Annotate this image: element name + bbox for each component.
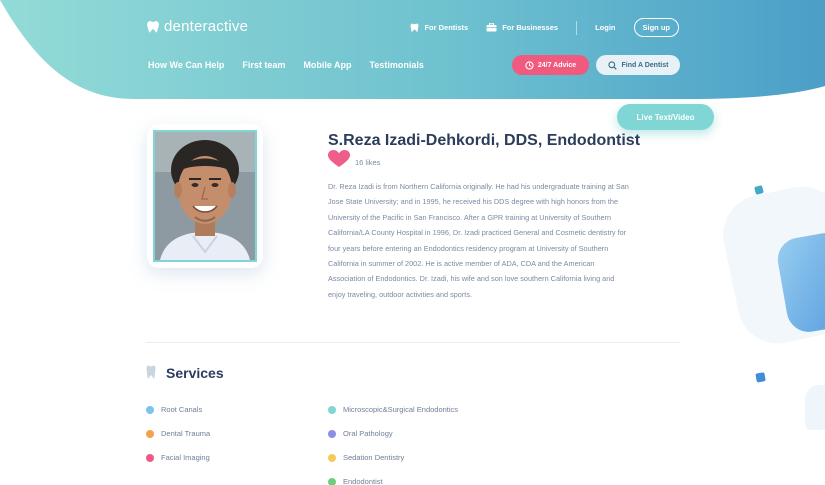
nav-first-team[interactable]: First team xyxy=(242,60,285,70)
main-nav: How We Can Help First team Mobile App Te… xyxy=(148,60,424,70)
service-label: Dental Trauma xyxy=(161,429,211,438)
service-item: Oral Pathology xyxy=(328,428,458,439)
doctor-name: S.Reza Izadi-Dehkordi, DDS, Endodontist xyxy=(328,132,641,149)
service-item: Endodontist xyxy=(328,476,458,485)
services-column-2: Microscopic&Surgical Endodontics Oral Pa… xyxy=(328,404,458,485)
services-title: Services xyxy=(166,365,224,381)
service-item: Root Canals xyxy=(146,404,210,415)
bio-line: University of the Pacific in San Francis… xyxy=(328,212,612,222)
bio-line: Association of Endodontics. Dr. Izadi, h… xyxy=(328,274,615,284)
bullet-dot-icon xyxy=(146,429,154,438)
bio-line: Dr. Reza Izadi is from Northern Californ… xyxy=(328,182,629,191)
bullet-dot-icon xyxy=(328,405,336,414)
bio-line: California/LA County Hospital in 1996, D… xyxy=(328,228,627,238)
bullet-dot-icon xyxy=(146,405,154,414)
clock-icon xyxy=(525,60,534,70)
service-item: Dental Trauma xyxy=(146,428,210,439)
service-label: Facial Imaging xyxy=(161,453,210,462)
service-label: Sedation Dentistry xyxy=(343,453,405,462)
divider xyxy=(576,20,578,35)
brand-logo[interactable]: denteractive xyxy=(146,18,248,35)
likes-count: 16 likes xyxy=(355,157,381,167)
doctor-portrait-image xyxy=(155,132,255,260)
for-dentists-link[interactable]: For Dentists xyxy=(410,23,468,33)
service-label: Microscopic&Surgical Endodontics xyxy=(343,405,459,414)
service-label: Oral Pathology xyxy=(343,429,393,438)
bullet-dot-icon xyxy=(328,477,336,485)
profile-photo-card xyxy=(147,124,263,268)
advice-button[interactable]: 24/7 Advice xyxy=(512,55,589,75)
heart-icon[interactable] xyxy=(328,150,350,168)
nav-how-we-can-help[interactable]: How We Can Help xyxy=(148,60,224,70)
bio-line: four years before entering an Endodontic… xyxy=(328,243,609,253)
bullet-dot-icon xyxy=(146,453,154,462)
tooth-logo-icon xyxy=(147,20,159,33)
signup-button[interactable]: Sign up xyxy=(633,18,679,37)
top-links: For Dentists For Businesses Login Sign u… xyxy=(410,18,679,37)
services-column-1: Root Canals Dental Trauma Facial Imaging xyxy=(146,404,210,463)
bio-line: California in summer of 2002. He is acti… xyxy=(328,259,595,269)
doctor-bio: Dr. Reza Izadi is from Northern Californ… xyxy=(328,179,680,302)
search-icon xyxy=(607,60,617,70)
find-dentist-label: Find A Dentist xyxy=(621,61,669,69)
for-businesses-label: For Businesses xyxy=(502,23,559,32)
service-label: Root Canals xyxy=(161,405,203,414)
decorative-shapes xyxy=(723,185,825,430)
bullet-dot-icon xyxy=(328,453,336,462)
doctor-photo xyxy=(153,130,257,262)
tooth-icon xyxy=(146,365,156,379)
advice-label: 24/7 Advice xyxy=(537,61,577,69)
brand-name: denteractive xyxy=(164,18,249,35)
likes-section: 16 likes xyxy=(328,150,380,168)
for-dentists-label: For Dentists xyxy=(424,23,469,32)
service-item: Sedation Dentistry xyxy=(328,452,458,463)
bullet-dot-icon xyxy=(328,429,336,438)
service-item: Facial Imaging xyxy=(146,452,210,463)
service-item: Microscopic&Surgical Endodontics xyxy=(328,404,458,415)
nav-mobile-app[interactable]: Mobile App xyxy=(303,60,351,70)
find-dentist-button[interactable]: Find A Dentist xyxy=(596,55,680,75)
service-label: Endodontist xyxy=(343,477,383,485)
tooth-icon xyxy=(411,23,419,32)
services-heading: Services xyxy=(146,365,224,381)
nav-testimonials[interactable]: Testimonials xyxy=(370,60,424,70)
for-businesses-link[interactable]: For Businesses xyxy=(486,23,558,32)
section-divider xyxy=(146,342,680,343)
live-text-video-button[interactable]: Live Text/Video xyxy=(617,104,714,130)
login-link[interactable]: Login xyxy=(595,23,615,32)
bio-line: Jose State University; and in 1995, he r… xyxy=(328,197,619,207)
bio-line: enjoy traveling, outdoor activities and … xyxy=(328,289,472,299)
briefcase-icon xyxy=(486,23,497,32)
